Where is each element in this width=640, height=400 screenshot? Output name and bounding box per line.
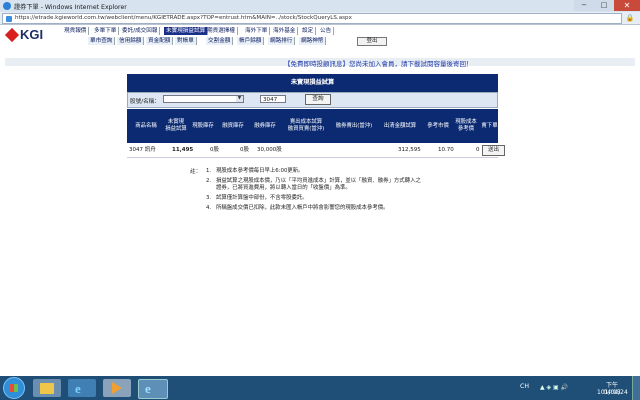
- nav2-funds[interactable]: 資金配額: [146, 37, 174, 45]
- col-short-sell: 融券賣出(當沖): [335, 122, 373, 129]
- cell-pnl: 11,495: [172, 147, 194, 153]
- nav-futures[interactable]: 期貨選擇權: [205, 27, 238, 35]
- note-2: 損益試算之現股成本價，乃以「平均買進成本」計算，並以「融資、融券」方式轉入之: [216, 178, 421, 184]
- notes-label: 註：: [190, 169, 202, 175]
- note-number: 4.: [206, 205, 212, 211]
- stock-code-input[interactable]: 3047: [260, 95, 286, 103]
- nav-overseas-fund[interactable]: 海外基金: [271, 27, 299, 35]
- cell-cash: 0股: [210, 147, 219, 153]
- ie-icon: e: [145, 381, 151, 396]
- col-action: 賣下單: [481, 122, 498, 129]
- logo-mark-icon: [4, 27, 20, 43]
- logout-button[interactable]: 登出: [357, 37, 387, 46]
- show-desktop-button[interactable]: [632, 376, 640, 400]
- col-price: 參考市價: [427, 122, 449, 129]
- query-button[interactable]: 查詢: [305, 94, 331, 105]
- tray-icons[interactable]: ▲ ◈ ▣ 🔊: [540, 384, 568, 391]
- stock-label: 股號/名稱：: [130, 99, 160, 105]
- cell-proceeds: 312,595: [398, 147, 421, 153]
- window-title: 證券下單 - Windows Internet Explorer: [14, 4, 127, 11]
- nav-notice[interactable]: 公告: [318, 27, 335, 35]
- note-number: 1.: [206, 168, 212, 174]
- nav-unrealized-pnl[interactable]: 未實現損益試算: [164, 27, 209, 35]
- cell-cost: 0: [476, 147, 480, 153]
- cell-short: 30,000股: [257, 147, 282, 153]
- windows-logo-icon: [10, 384, 18, 392]
- clock-date[interactable]: 101/04/24: [597, 389, 628, 396]
- note-number: 2.: [206, 178, 212, 184]
- nav-overseas-order[interactable]: 海外下單: [243, 27, 271, 35]
- col-name: 商品名稱: [135, 122, 157, 129]
- folder-icon: [40, 383, 54, 394]
- language-indicator[interactable]: CH: [520, 383, 529, 390]
- note-2-cont: 證券，已將買進費用，將以轉入當日的「收盤價」為準。: [216, 185, 351, 191]
- nav2-query[interactable]: 單市查詢: [88, 37, 116, 45]
- kgi-logo[interactable]: KGI: [20, 27, 43, 42]
- cell-price: 10.70: [438, 147, 454, 153]
- col-cost-calc: 賣出成本試算 融資買賣(當沖): [287, 119, 325, 132]
- nav2-credit[interactable]: 信用餘額: [117, 37, 145, 45]
- nav2-settlement[interactable]: 交割金額: [206, 37, 234, 45]
- sell-submit-button[interactable]: 送出: [482, 145, 505, 156]
- note-number: 3.: [206, 195, 212, 201]
- nav2-statement[interactable]: 對帳單: [175, 37, 197, 45]
- ie-icon: e: [75, 381, 81, 396]
- chevron-down-icon[interactable]: ▼: [236, 96, 243, 102]
- nav-quote[interactable]: 現貨報價: [62, 27, 90, 35]
- address-bar: https://etrade.kgieworld.com.tw/webclien…: [0, 12, 640, 25]
- close-button[interactable]: ✕: [614, 0, 640, 11]
- maximize-button[interactable]: □: [594, 0, 614, 11]
- taskbar-ie-active[interactable]: [138, 379, 168, 399]
- ie-icon: [3, 2, 11, 10]
- panel-title: 未實現損益試算: [127, 74, 498, 92]
- col-pnl: 未實現 損益試算: [165, 119, 187, 132]
- minimize-button[interactable]: −: [574, 0, 594, 11]
- nav-settings[interactable]: 設定: [300, 27, 317, 35]
- promo-link[interactable]: 【免費即時投顧訊息】您尚未加入會員，請下載試閱容量後寄回！: [284, 58, 473, 68]
- stock-select[interactable]: [163, 95, 244, 103]
- cell-margin: 0股: [240, 147, 249, 153]
- site-icon: [6, 16, 12, 22]
- url-input[interactable]: https://etrade.kgieworld.com.tw/webclien…: [2, 13, 622, 24]
- url-text: https://etrade.kgieworld.com.tw/webclien…: [15, 15, 352, 21]
- nav2-coins[interactable]: 網路神幣: [299, 37, 327, 45]
- taskbar-ie[interactable]: [68, 379, 96, 397]
- cell-name: 3047 訊舟: [129, 147, 156, 153]
- nav-report[interactable]: 委託/成交回報: [120, 27, 161, 35]
- col-short: 融券庫存: [254, 122, 276, 129]
- play-icon: [112, 382, 122, 394]
- note-3: 試算僅計算盤中部份，不含零股委託。: [216, 195, 308, 201]
- nav-order[interactable]: 多單下單: [92, 27, 120, 35]
- nav2-ranking[interactable]: 網路排行: [268, 37, 296, 45]
- nav2-balance[interactable]: 帳戶餘額: [237, 37, 265, 45]
- lock-icon: 🔒: [625, 14, 635, 22]
- note-1: 現股成本參考價每日早上6:00更新。: [216, 168, 304, 174]
- col-cash: 現股庫存: [192, 122, 214, 129]
- col-proceeds: 出清金額試算: [383, 122, 417, 129]
- col-margin: 融資庫存: [222, 122, 244, 129]
- note-4: 所稱盤成交價已扣除，此款未匯入帳戶中將會影響您的現股成本參考價。: [216, 205, 389, 211]
- col-cost: 現股成本 參考價: [455, 119, 477, 132]
